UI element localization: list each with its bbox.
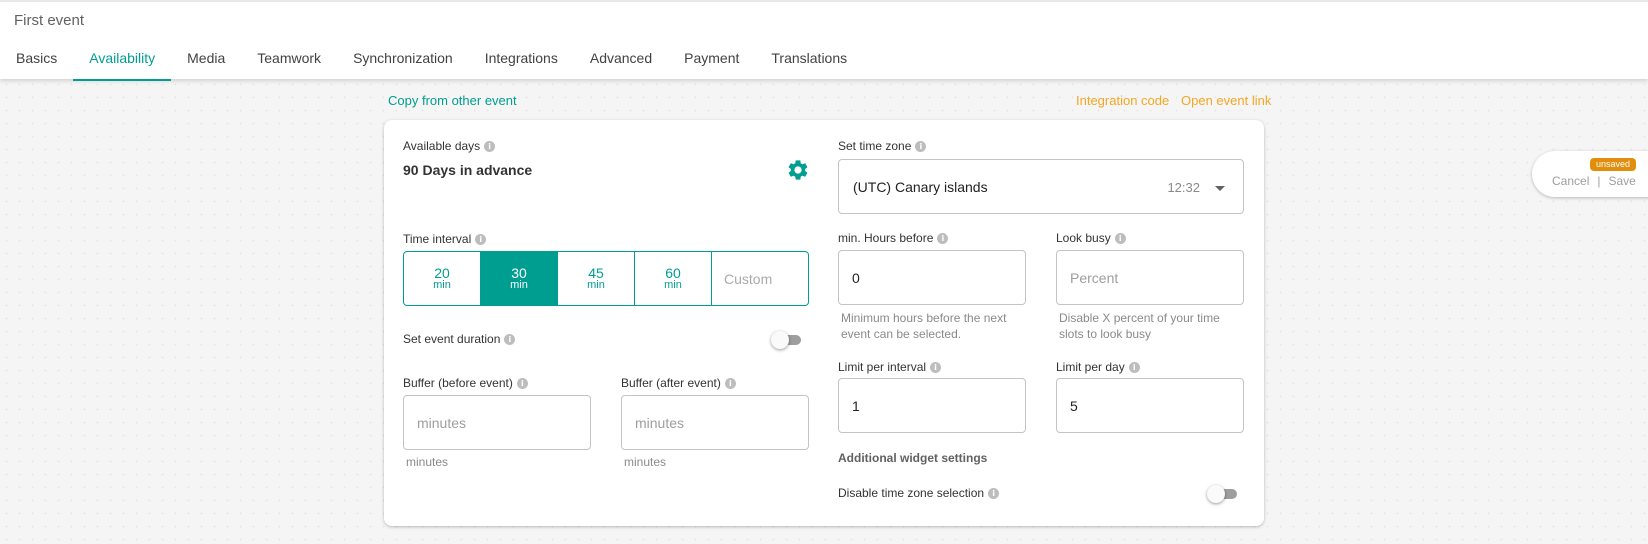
buffer-after-label-text: Buffer (after event)	[621, 376, 721, 390]
available-days-value: 90 Days in advance	[403, 162, 533, 178]
tab-translations[interactable]: Translations	[755, 42, 863, 81]
buffer-after-input[interactable]: minutes	[621, 395, 809, 450]
min-hours-before-label-text: min. Hours before	[838, 231, 934, 245]
info-icon[interactable]: i	[516, 377, 528, 389]
limit-per-day-input[interactable]: 5	[1056, 378, 1244, 433]
interval-unit: min	[664, 279, 682, 291]
interval-unit: min	[587, 279, 605, 291]
interval-unit: min	[510, 279, 528, 291]
disable-time-zone-label-text: Disable time zone selection	[838, 486, 985, 500]
event-title: First event	[14, 12, 85, 29]
interval-option-20[interactable]: 20 min	[404, 252, 481, 305]
header-bar: First event Basics Availability Media Te…	[0, 0, 1648, 81]
min-hours-before-input[interactable]: 0	[838, 250, 1026, 305]
info-icon[interactable]: i	[724, 377, 736, 389]
look-busy-input[interactable]: Percent	[1056, 250, 1244, 305]
tab-advanced[interactable]: Advanced	[574, 42, 668, 81]
copy-from-other-event-link[interactable]: Copy from other event	[388, 93, 517, 108]
integration-code-link[interactable]: Integration code	[1076, 93, 1169, 108]
info-icon[interactable]: i	[937, 232, 949, 244]
time-zone-value: (UTC) Canary islands	[853, 179, 988, 195]
buffer-after-label: Buffer (after event) i	[621, 376, 736, 390]
info-icon[interactable]: i	[484, 140, 496, 152]
availability-card: Available days i 90 Days in advance Time…	[384, 120, 1264, 526]
time-interval-selector: 20 min 30 min 45 min 60 min Custom	[403, 251, 809, 306]
tab-payment[interactable]: Payment	[668, 42, 755, 81]
time-zone-label-text: Set time zone	[838, 139, 912, 153]
look-busy-label: Look busy i	[1056, 231, 1126, 245]
tab-media[interactable]: Media	[171, 42, 241, 81]
interval-unit: min	[433, 279, 451, 291]
toggle-thumb	[771, 331, 789, 349]
interval-value: 30	[511, 265, 527, 281]
look-busy-label-text: Look busy	[1056, 231, 1111, 245]
time-zone-select[interactable]: (UTC) Canary islands 12:32	[838, 159, 1244, 214]
info-icon[interactable]: i	[475, 233, 487, 245]
limit-per-interval-input[interactable]: 1	[838, 378, 1026, 433]
interval-option-45[interactable]: 45 min	[558, 252, 635, 305]
event-duration-toggle[interactable]	[771, 330, 805, 350]
tab-basics[interactable]: Basics	[0, 42, 73, 81]
custom-interval-input[interactable]: Custom	[712, 252, 808, 305]
buffer-before-label-text: Buffer (before event)	[403, 376, 513, 390]
interval-option-30[interactable]: 30 min	[481, 252, 558, 305]
open-event-link[interactable]: Open event link	[1181, 93, 1271, 108]
interval-value: 45	[588, 265, 604, 281]
info-icon[interactable]: i	[1114, 232, 1126, 244]
tab-teamwork[interactable]: Teamwork	[241, 42, 337, 81]
tab-availability[interactable]: Availability	[73, 42, 172, 81]
info-icon[interactable]: i	[930, 361, 942, 373]
limit-per-day-label-text: Limit per day	[1056, 360, 1125, 374]
time-zone-current-time: 12:32	[1167, 180, 1200, 195]
available-days-label-text: Available days	[403, 139, 481, 153]
buffer-before-input[interactable]: minutes	[403, 395, 591, 450]
event-duration-label-text: Set event duration	[403, 332, 501, 346]
look-busy-hint: Disable X percent of your time slots to …	[1059, 311, 1220, 341]
chevron-down-icon	[1215, 186, 1225, 191]
info-icon[interactable]: i	[504, 333, 516, 345]
buffer-before-label: Buffer (before event) i	[403, 376, 528, 390]
interval-option-60[interactable]: 60 min	[635, 252, 712, 305]
separator: |	[1597, 174, 1601, 188]
toggle-thumb	[1207, 485, 1225, 503]
info-icon[interactable]: i	[1128, 361, 1140, 373]
limit-per-interval-label-text: Limit per interval	[838, 360, 927, 374]
tab-synchronization[interactable]: Synchronization	[337, 42, 469, 81]
limit-per-day-label: Limit per day i	[1056, 360, 1140, 374]
save-panel: unsaved Cancel | Save	[1532, 151, 1648, 197]
info-icon[interactable]: i	[915, 140, 927, 152]
time-interval-label: Time interval i	[403, 232, 487, 246]
tab-bar: Basics Availability Media Teamwork Synch…	[0, 42, 863, 81]
time-interval-label-text: Time interval	[403, 232, 472, 246]
interval-value: 60	[665, 265, 681, 281]
tab-integrations[interactable]: Integrations	[469, 42, 574, 81]
unsaved-badge: unsaved	[1590, 158, 1637, 171]
save-actions: Cancel | Save	[1552, 174, 1636, 188]
save-button[interactable]: Save	[1608, 174, 1635, 188]
min-hours-before-label: min. Hours before i	[838, 231, 949, 245]
available-days-label: Available days i	[403, 139, 496, 153]
interval-value: 20	[434, 265, 450, 281]
info-icon[interactable]: i	[988, 487, 1000, 499]
min-hours-before-hint: Minimum hours before the next event can …	[841, 311, 1007, 341]
buffer-after-hint: minutes	[624, 455, 667, 469]
disable-time-zone-label: Disable time zone selection i	[838, 486, 1000, 500]
gear-icon[interactable]	[786, 158, 810, 182]
disable-time-zone-toggle[interactable]	[1207, 484, 1241, 504]
cancel-button[interactable]: Cancel	[1552, 174, 1589, 188]
limit-per-interval-label: Limit per interval i	[838, 360, 942, 374]
buffer-before-hint: minutes	[406, 455, 449, 469]
additional-widget-settings-title: Additional widget settings	[838, 451, 988, 465]
event-duration-label: Set event duration i	[403, 332, 516, 346]
time-zone-label: Set time zone i	[838, 139, 927, 153]
